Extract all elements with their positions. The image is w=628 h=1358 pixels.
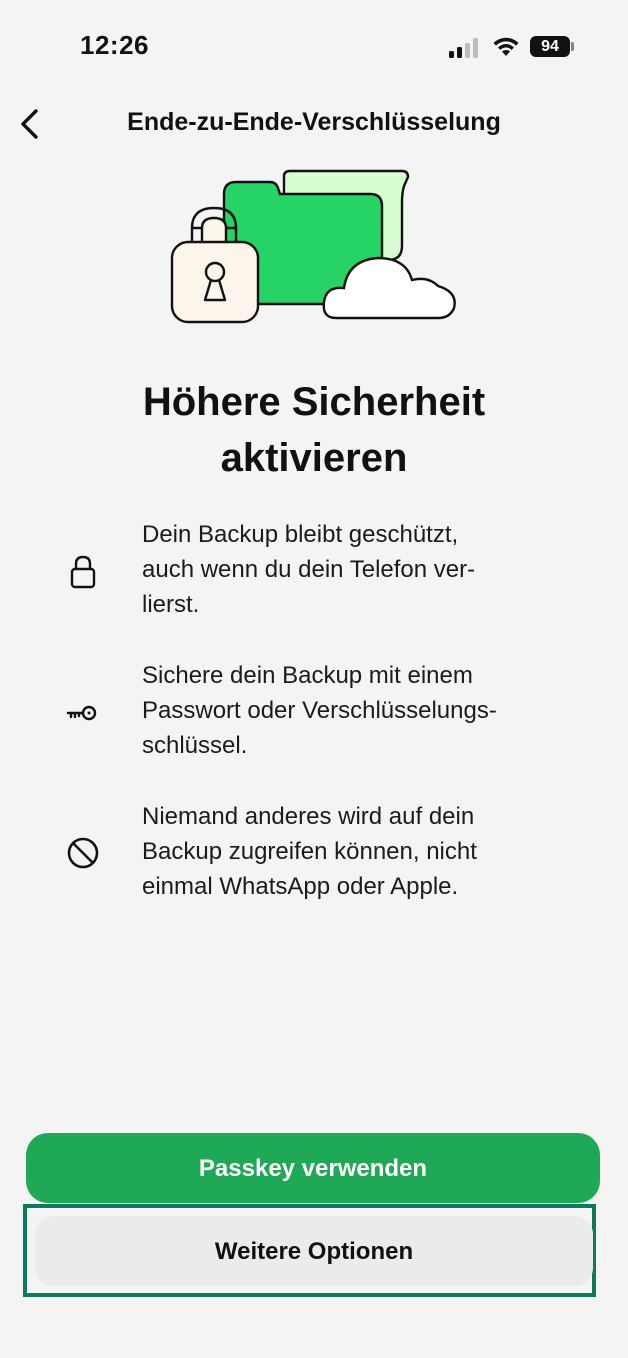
use-passkey-button[interactable]: Passkey verwenden — [26, 1133, 600, 1203]
more-options-button[interactable]: Weitere Optionen — [35, 1216, 593, 1286]
feature-text: Dein Backup bleibt geschützt, auch wenn … — [142, 517, 562, 622]
key-icon — [66, 705, 97, 721]
status-bar: 12:26 94 — [0, 0, 628, 96]
feature-line: Backup zugreifen können, nicht — [142, 838, 477, 865]
prohibited-icon — [67, 837, 99, 869]
feature-line: einmal WhatsApp oder Apple. — [142, 873, 459, 900]
headline-line-1: Höhere Sicherheit — [142, 380, 486, 424]
feature-line: Niemand anderes wird auf dein — [142, 803, 475, 830]
feature-line: Passwort oder Verschlüsselungs- — [142, 697, 497, 724]
encrypted-backup-illustration — [170, 169, 456, 324]
cellular-signal-icon — [449, 38, 478, 58]
feature-line: auch wenn du dein Telefon ver- — [142, 556, 476, 583]
page-title: Ende-zu-Ende-Verschlüsselung — [127, 108, 501, 136]
feature-line: Sichere dein Backup mit einem — [142, 662, 473, 689]
headline-line-2: aktivieren — [220, 436, 408, 480]
status-time: 12:26 — [80, 30, 149, 60]
feature-line: Dein Backup bleibt geschützt, — [142, 521, 459, 548]
feature-text: Sichere dein Backup mit einem Passwort o… — [142, 658, 562, 763]
nav-bar: Ende-zu-Ende-Verschlüsselung — [0, 96, 628, 152]
headline: Höhere Sicherheit aktivieren — [60, 374, 568, 486]
battery-tip — [571, 42, 574, 51]
feature-text: Niemand anderes wird auf dein Backup zug… — [142, 799, 562, 904]
feature-line: schlüssel. — [142, 732, 248, 759]
wifi-icon — [493, 37, 519, 56]
lock-icon — [70, 555, 96, 589]
feature-line: lierst. — [142, 591, 200, 618]
battery-indicator: 94 — [530, 36, 570, 57]
